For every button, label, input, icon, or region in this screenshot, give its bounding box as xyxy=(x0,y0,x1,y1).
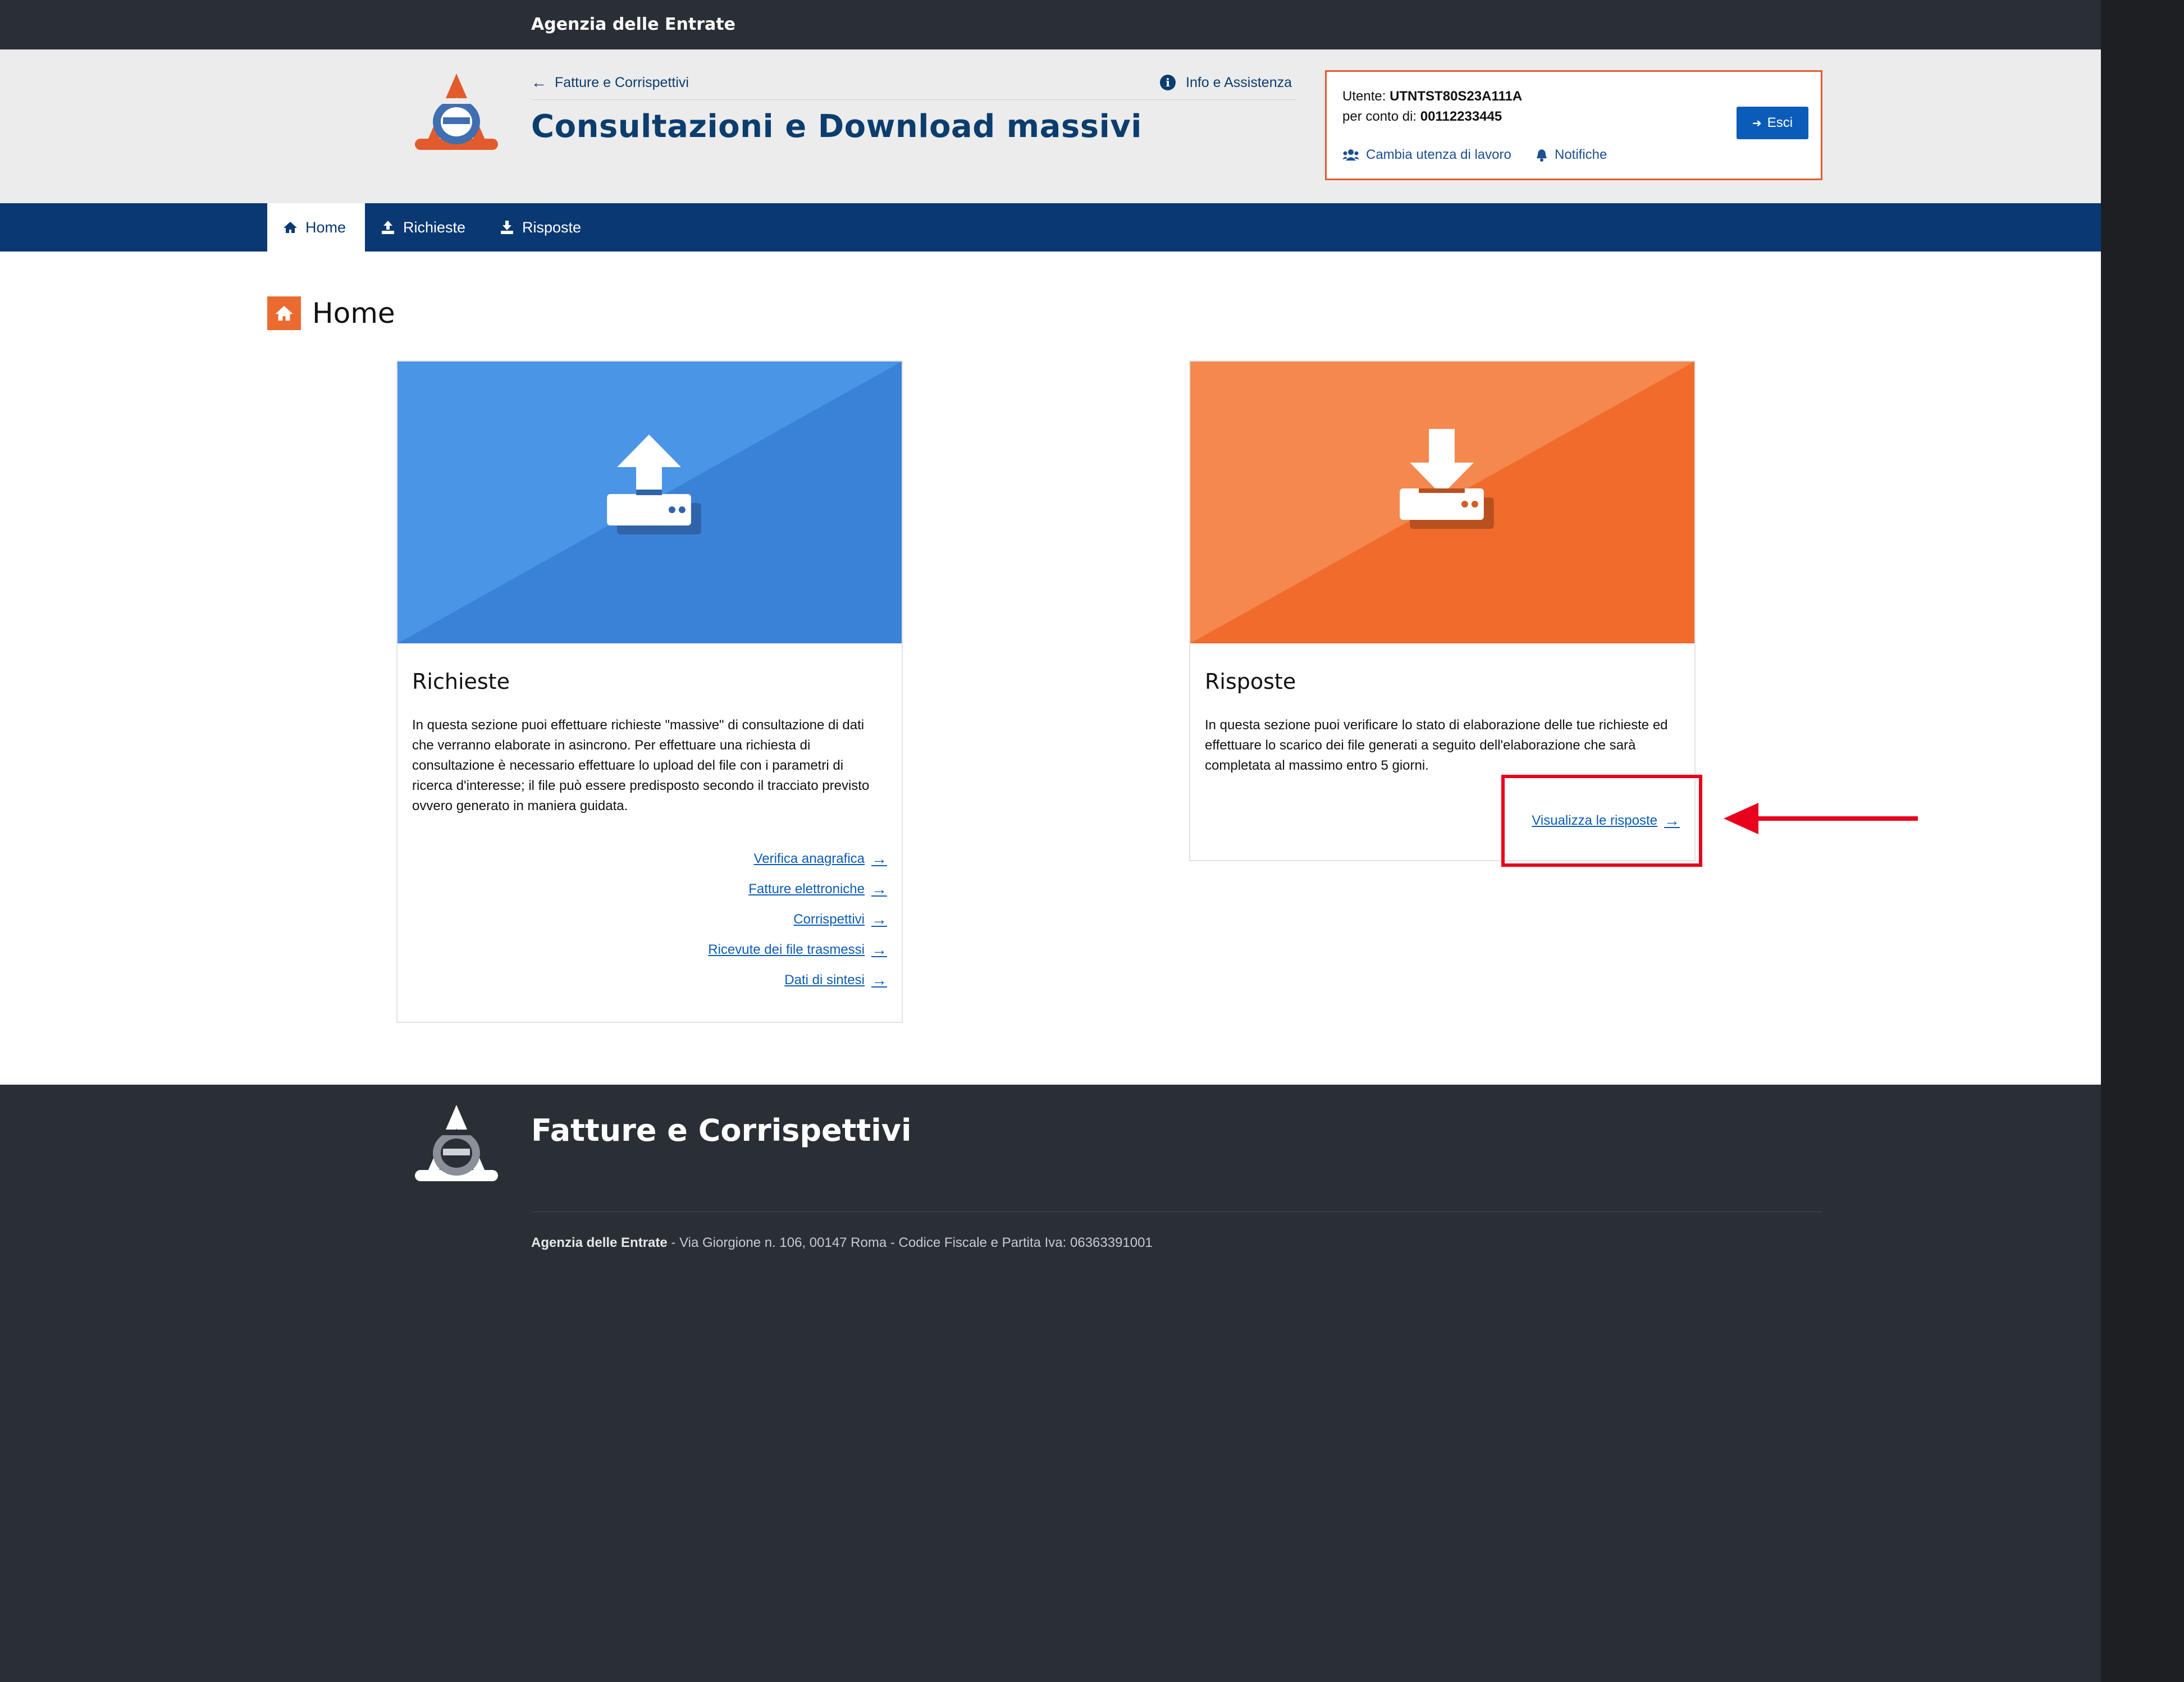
info-icon: i xyxy=(1160,75,1176,90)
richieste-card: Richieste In questa sezione puoi effettu… xyxy=(396,360,903,1023)
risposte-title: Risposte xyxy=(1205,669,1296,694)
footer: Fatture e Corrispettivi Agenzia delle En… xyxy=(0,1085,2101,1682)
user-line: Utente: UTNTST80S23A111A xyxy=(1342,89,1522,104)
home-icon xyxy=(284,222,297,233)
annotation-highlight-box xyxy=(1501,775,1702,867)
breadcrumb-label: Fatture e Corrispettivi xyxy=(555,74,689,90)
sign-out-icon: ➜ xyxy=(1752,117,1762,130)
link-dati-sintesi-label: Dati di sintesi xyxy=(784,972,865,988)
nav-home-label: Home xyxy=(305,218,346,236)
link-fatture-elettroniche-label: Fatture elettroniche xyxy=(748,881,865,897)
account-line: per conto di: 00112233445 xyxy=(1342,109,1502,125)
nav-risposte[interactable]: Risposte xyxy=(484,203,597,252)
footer-org: Agenzia delle Entrate xyxy=(531,1235,668,1250)
footer-logo xyxy=(415,1105,498,1181)
logout-button[interactable]: ➜ Esci xyxy=(1737,107,1808,139)
main-content: Home Richieste In questa sezione puoi ef… xyxy=(0,252,2101,1085)
nav-home[interactable]: Home xyxy=(267,203,365,252)
richieste-description: In questa sezione puoi effettuare richie… xyxy=(412,717,870,813)
home-heading-icon xyxy=(267,296,301,330)
arrow-right-icon: → xyxy=(871,941,887,958)
header-divider xyxy=(531,99,1296,100)
nav-richieste-label: Richieste xyxy=(403,218,466,236)
top-bar: Agenzia delle Entrate xyxy=(0,0,2101,49)
link-fatture-elettroniche[interactable]: Fatture elettroniche → xyxy=(748,880,887,898)
agenzia-logo xyxy=(415,74,498,150)
user-label: Utente: xyxy=(1342,89,1386,104)
account-label: per conto di: xyxy=(1342,109,1417,124)
breadcrumb-link[interactable]: ← Fatture e Corrispettivi xyxy=(531,71,689,94)
footer-copyright: Agenzia delle Entrate - Via Giorgione n.… xyxy=(531,1235,1153,1251)
info-label: Info e Assistenza xyxy=(1186,74,1292,90)
link-verifica-anagrafica-label: Verifica anagrafica xyxy=(753,851,865,866)
right-gutter xyxy=(2101,0,2184,1682)
arrow-right-icon: → xyxy=(871,880,887,898)
agency-name: Agenzia delle Entrate xyxy=(531,15,735,34)
arrow-left-icon: ← xyxy=(531,74,547,91)
upload-icon xyxy=(382,221,394,234)
arrow-right-icon: → xyxy=(871,850,887,867)
bell-icon xyxy=(1537,149,1547,162)
arrow-right-icon: → xyxy=(871,911,887,928)
link-corrispettivi[interactable]: Corrispettivi → xyxy=(793,911,887,929)
change-user-link[interactable]: Cambia utenza di lavoro xyxy=(1342,147,1511,163)
main-nav: Home Richieste Risposte xyxy=(0,203,2101,252)
header: ← Fatture e Corrispettivi i Info e Assis… xyxy=(0,49,2101,204)
footer-address: - Via Giorgione n. 106, 00147 Roma - Cod… xyxy=(667,1235,1153,1250)
user-panel: Utente: UTNTST80S23A111A per conto di: 0… xyxy=(1325,70,1822,180)
richieste-title: Richieste xyxy=(412,669,510,694)
risposte-description: In questa sezione puoi verificare lo sta… xyxy=(1205,717,1668,773)
link-corrispettivi-label: Corrispettivi xyxy=(793,912,865,927)
account-code: 00112233445 xyxy=(1420,109,1502,124)
download-icon xyxy=(501,221,513,234)
page-heading: Home xyxy=(267,296,395,330)
nav-richieste[interactable]: Richieste xyxy=(365,203,481,252)
notifications-link[interactable]: Notifiche xyxy=(1536,147,1607,163)
annotation-arrow-icon xyxy=(1724,803,1918,834)
page-heading-label: Home xyxy=(312,297,395,330)
logout-label: Esci xyxy=(1767,115,1793,130)
link-ricevute-file[interactable]: Ricevute dei file trasmessi → xyxy=(708,941,887,959)
arrow-right-icon: → xyxy=(871,971,887,989)
notifications-label: Notifiche xyxy=(1555,147,1607,162)
link-ricevute-file-label: Ricevute dei file trasmessi xyxy=(708,942,865,957)
info-assistenza-link[interactable]: i Info e Assistenza xyxy=(1160,71,1292,94)
link-verifica-anagrafica[interactable]: Verifica anagrafica → xyxy=(754,850,887,868)
richieste-banner xyxy=(397,362,902,643)
user-code: UTNTST80S23A111A xyxy=(1390,89,1523,104)
users-icon xyxy=(1342,149,1359,161)
footer-title: Fatture e Corrispettivi xyxy=(531,1113,912,1148)
app-window: Agenzia delle Entrate ← Fatture e Corris… xyxy=(0,0,2101,1682)
link-dati-sintesi[interactable]: Dati di sintesi → xyxy=(784,971,887,989)
nav-risposte-label: Risposte xyxy=(522,218,582,236)
risposte-banner xyxy=(1190,362,1694,643)
change-user-label: Cambia utenza di lavoro xyxy=(1366,147,1511,162)
page-title: Consultazioni e Download massivi xyxy=(531,108,1142,145)
